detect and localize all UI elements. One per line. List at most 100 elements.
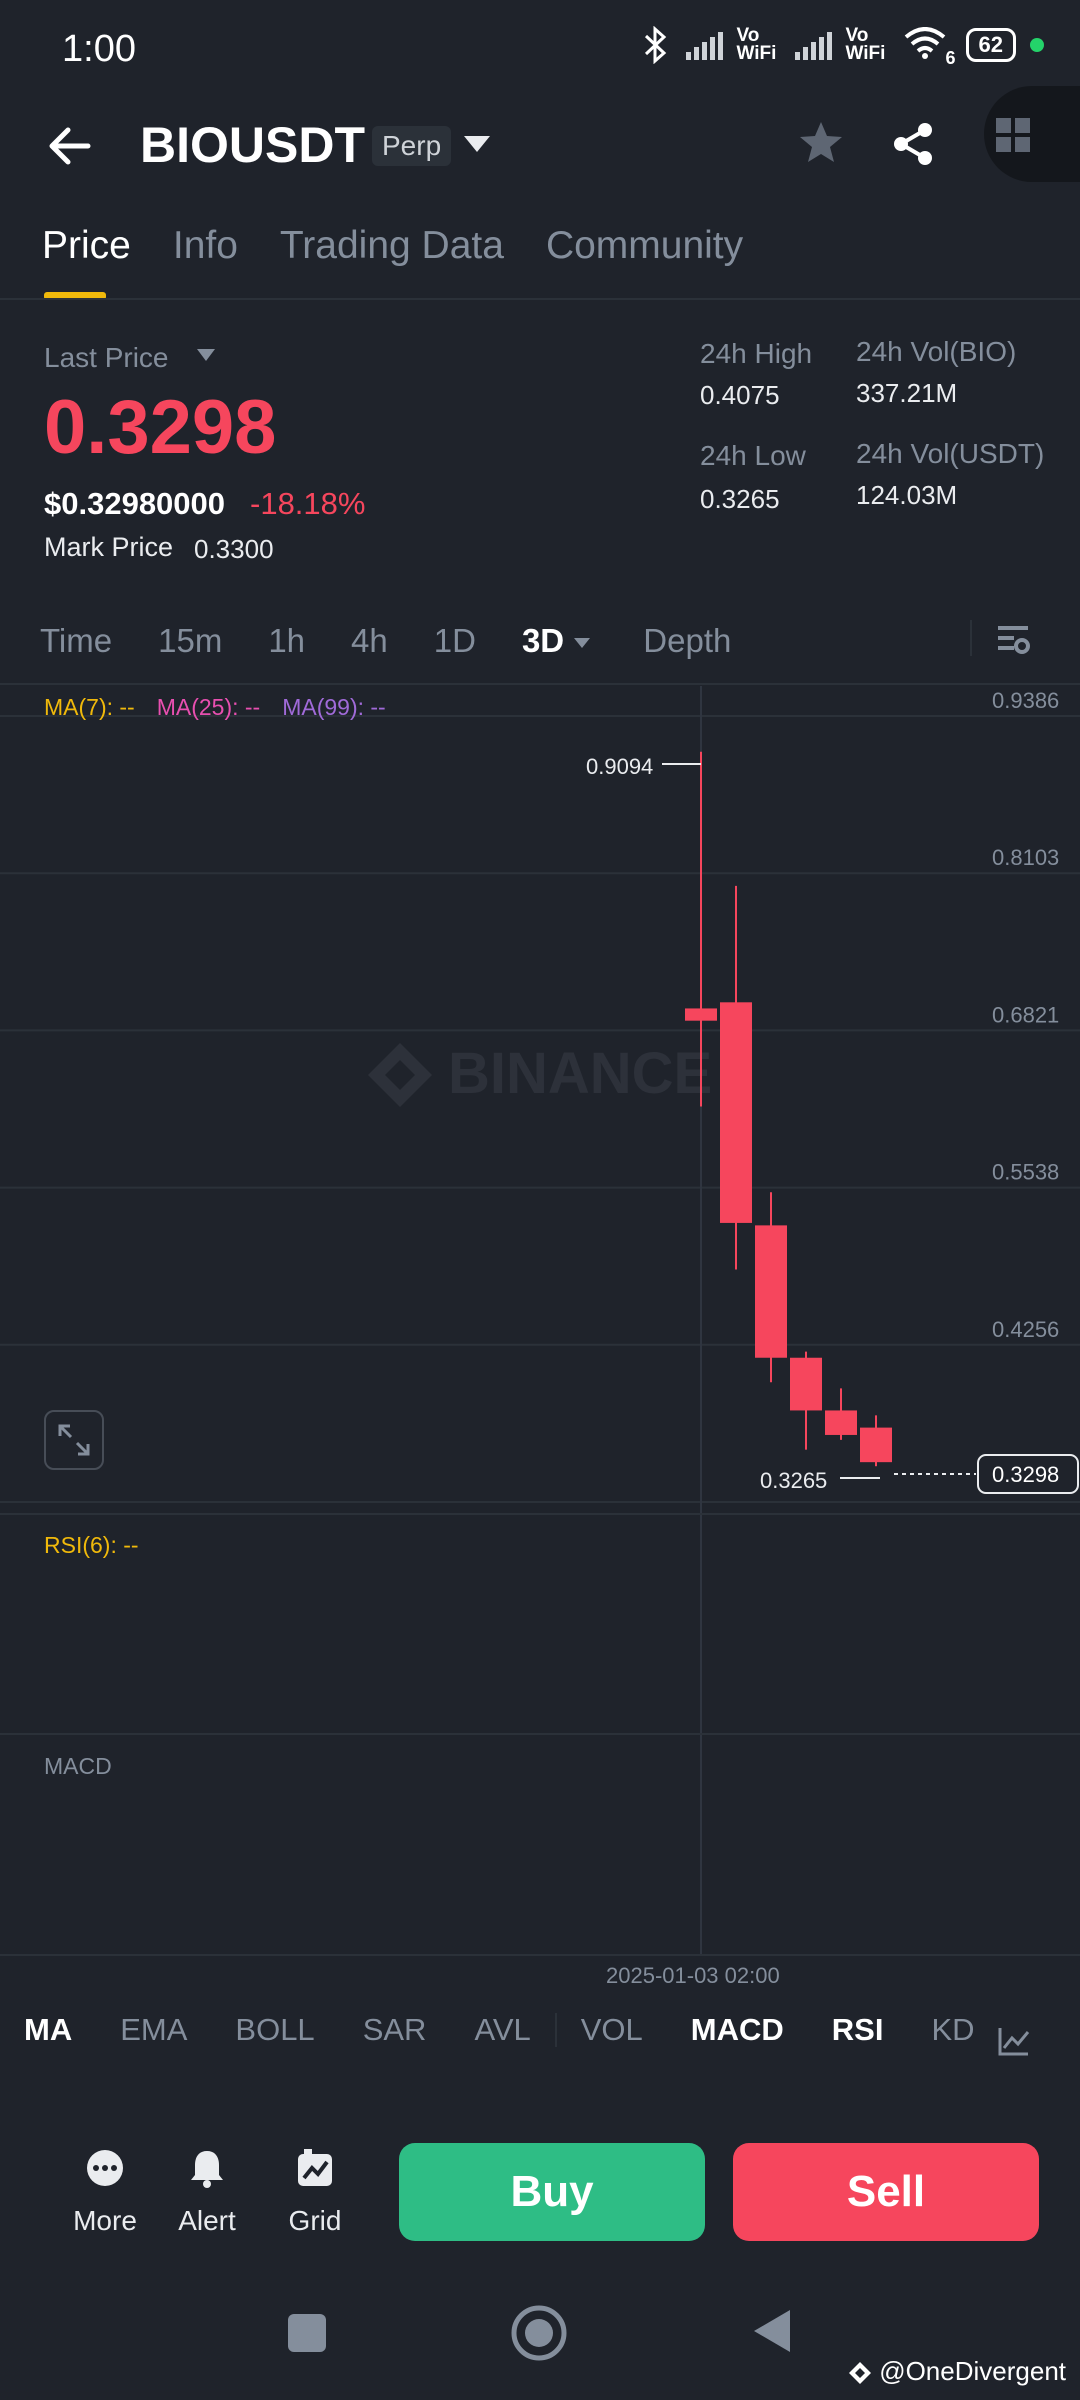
indicator-bar: MA EMA BOLL SAR AVL VOL MACD RSI KD bbox=[0, 2012, 1080, 2048]
vol-quote-value: 124.03M bbox=[856, 480, 958, 510]
grid-bot-icon bbox=[298, 2149, 332, 2186]
y-tick-label: 0.6821 bbox=[992, 1002, 1059, 1027]
candle-body bbox=[825, 1410, 857, 1435]
divider bbox=[0, 298, 1080, 300]
fullscreen-button[interactable] bbox=[44, 1410, 104, 1470]
binance-watermark: BINANCE bbox=[368, 1041, 712, 1107]
y-tick-label: 0.8103 bbox=[992, 845, 1059, 870]
indicator-settings-icon[interactable] bbox=[998, 2026, 1030, 2056]
candle-body bbox=[790, 1357, 822, 1411]
indicator-rsi[interactable]: RSI bbox=[832, 2012, 884, 2048]
battery-indicator: 62 bbox=[965, 28, 1016, 62]
recents-nav-button[interactable] bbox=[288, 2314, 326, 2352]
ma-legend: MA(7): -- MA(25): -- MA(99): -- bbox=[44, 694, 386, 721]
interval-15m[interactable]: 15m bbox=[158, 622, 222, 660]
tab-community[interactable]: Community bbox=[546, 224, 743, 268]
last-price-label[interactable]: Last Price bbox=[44, 342, 169, 374]
interval-depth[interactable]: Depth bbox=[643, 622, 731, 660]
interval-3d-label: 3D bbox=[521, 622, 565, 659]
indicator-sar[interactable]: SAR bbox=[363, 2012, 427, 2048]
grid-button[interactable]: Grid bbox=[270, 2148, 360, 2237]
y-tick-label: 0.5538 bbox=[992, 1160, 1059, 1185]
expand-icon bbox=[58, 1424, 90, 1456]
symbol-title[interactable]: BIOUSDT bbox=[140, 116, 365, 174]
layout-toggle-button[interactable] bbox=[984, 86, 1080, 182]
indicator-ema[interactable]: EMA bbox=[120, 2012, 187, 2048]
interval-bar: Time 15m 1h 4h 1D 3D Depth bbox=[40, 622, 731, 660]
bell-icon bbox=[191, 2151, 223, 2188]
interval-4h[interactable]: 4h bbox=[351, 622, 388, 660]
last-price-dropdown-icon[interactable] bbox=[196, 348, 216, 362]
divider bbox=[970, 620, 972, 656]
indicator-boll[interactable]: BOLL bbox=[235, 2012, 314, 2048]
wifi-icon: 6 bbox=[904, 27, 956, 68]
svg-text:BINANCE: BINANCE bbox=[448, 1041, 712, 1106]
credit-text: @OneDivergent bbox=[879, 2356, 1066, 2386]
y-axis-labels: 0.93860.81030.68210.55380.42560.2973 bbox=[992, 688, 1059, 1499]
more-label: More bbox=[73, 2205, 137, 2236]
privacy-dot-icon bbox=[1030, 38, 1044, 52]
favorite-star-icon[interactable] bbox=[798, 120, 844, 164]
low-label: 24h Low bbox=[700, 440, 806, 471]
svg-text:0.9094: 0.9094 bbox=[586, 754, 653, 779]
rsi-label: RSI(6): -- bbox=[44, 1532, 139, 1558]
alert-button[interactable]: Alert bbox=[162, 2148, 252, 2237]
vol-base-label: 24h Vol(BIO) bbox=[856, 336, 1017, 367]
vowifi-label-2: Vo WiFi bbox=[845, 25, 886, 64]
alert-label: Alert bbox=[178, 2205, 236, 2236]
ma99-label: MA(99): -- bbox=[282, 694, 386, 720]
usd-price: $0.32980000 bbox=[44, 486, 226, 521]
low-marker: 0.3265 bbox=[760, 1468, 880, 1493]
candles bbox=[685, 751, 892, 1467]
svg-text:0.3298: 0.3298 bbox=[992, 1462, 1059, 1487]
indicator-kd[interactable]: KD bbox=[931, 2012, 974, 2048]
status-time: 1:00 bbox=[62, 28, 136, 70]
svg-text:0.3265: 0.3265 bbox=[760, 1468, 827, 1493]
candle-body bbox=[755, 1225, 787, 1358]
home-nav-button[interactable] bbox=[510, 2304, 568, 2362]
share-icon[interactable] bbox=[892, 122, 934, 166]
tab-price[interactable]: Price bbox=[42, 224, 131, 268]
candlestick-chart[interactable]: BINANCE 0.9386 0.8103 0.6821 0.5538 0.4256 0.… bbox=[0, 686, 1080, 1996]
back-arrow-icon[interactable] bbox=[46, 126, 92, 166]
signal-icon-2 bbox=[794, 30, 832, 60]
low-value: 0.3265 bbox=[700, 484, 780, 514]
interval-time[interactable]: Time bbox=[40, 622, 112, 660]
x-axis-label: 2025-01-03 02:00 bbox=[606, 1963, 780, 1988]
interval-3d[interactable]: 3D bbox=[522, 622, 591, 660]
sell-button[interactable]: Sell bbox=[733, 2143, 1039, 2241]
indicator-macd[interactable]: MACD bbox=[691, 2012, 784, 2048]
chart-grid bbox=[0, 715, 1080, 1503]
indicator-avl[interactable]: AVL bbox=[474, 2012, 530, 2048]
divider bbox=[0, 683, 1080, 685]
wifi-badge: 6 bbox=[945, 48, 956, 68]
divider bbox=[554, 2013, 557, 2047]
interval-1h[interactable]: 1h bbox=[268, 622, 305, 660]
back-nav-button[interactable] bbox=[752, 2308, 792, 2354]
signal-icon bbox=[685, 30, 723, 60]
chart-settings-icon[interactable] bbox=[994, 622, 1032, 658]
credit-watermark: @OneDivergent bbox=[848, 2356, 1066, 2387]
buy-button[interactable]: Buy bbox=[399, 2143, 705, 2241]
last-price-value: 0.3298 bbox=[44, 385, 277, 470]
mark-price-label: Mark Price bbox=[44, 532, 174, 562]
candle-body bbox=[685, 1008, 717, 1021]
bluetooth-icon bbox=[644, 26, 666, 64]
vowifi-label: Vo WiFi bbox=[736, 25, 777, 64]
more-button[interactable]: More bbox=[60, 2148, 150, 2237]
high-label: 24h High bbox=[700, 338, 813, 369]
tab-trading-data[interactable]: Trading Data bbox=[280, 224, 504, 268]
candle-body bbox=[720, 1002, 752, 1223]
ma25-label: MA(25): -- bbox=[156, 694, 261, 720]
indicator-vol[interactable]: VOL bbox=[581, 2012, 643, 2048]
contract-badge: Perp bbox=[372, 126, 452, 166]
grid-label: Grid bbox=[288, 2205, 342, 2236]
high-value: 0.4075 bbox=[700, 380, 780, 410]
interval-1d[interactable]: 1D bbox=[434, 622, 476, 660]
status-icons: Vo WiFi Vo WiFi 6 62 bbox=[640, 25, 1044, 68]
tab-info[interactable]: Info bbox=[173, 224, 238, 268]
symbol-dropdown-icon[interactable] bbox=[462, 134, 492, 154]
ma7-label: MA(7): -- bbox=[44, 694, 135, 720]
indicator-ma[interactable]: MA bbox=[24, 2012, 72, 2048]
diamond-logo-icon bbox=[848, 2362, 871, 2385]
